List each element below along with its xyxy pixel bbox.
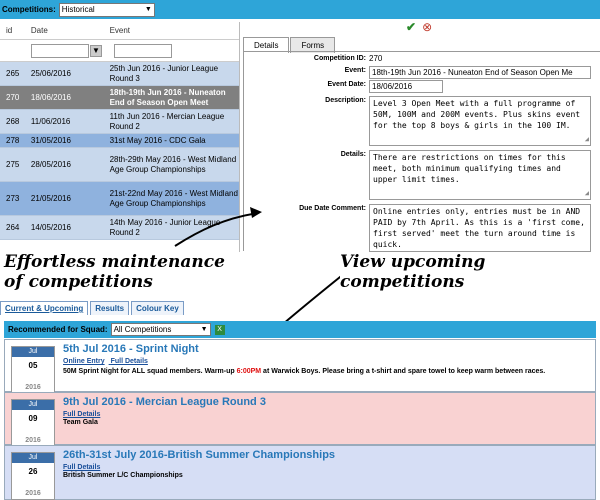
full-details-link[interactable]: Full Details — [111, 358, 148, 365]
event-title: 5th Jul 2016 - Sprint Night — [63, 343, 199, 355]
chevron-down-icon: ▼ — [200, 326, 208, 333]
cal-year: 2016 — [25, 437, 41, 444]
calendar-icon: Jul 05 2016 — [11, 346, 55, 394]
cal-month: Jul — [12, 347, 54, 357]
event-links: Full Details — [63, 411, 104, 418]
desc-text: at Warwick Boys. Please bring a t-shirt … — [261, 368, 546, 375]
event-card: Jul 09 2016 9th Jul 2016 - Mercian Leagu… — [4, 392, 596, 447]
cal-month: Jul — [12, 453, 54, 463]
tab-colour-key[interactable]: Colour Key — [131, 301, 184, 315]
calendar-icon: Jul 09 2016 — [11, 399, 55, 447]
cal-day: 26 — [28, 467, 38, 476]
cal-month: Jul — [12, 400, 54, 410]
squad-filter-bar: Recommended for Squad: All Competitions … — [4, 321, 596, 338]
event-title: 9th Jul 2016 - Mercian League Round 3 — [63, 396, 266, 408]
squad-select[interactable]: All Competitions ▼ — [110, 323, 211, 336]
online-entry-link[interactable]: Online Entry — [63, 358, 105, 365]
calendar-icon: Jul 26 2016 — [11, 452, 55, 500]
event-title: 26th-31st July 2016-British Summer Champ… — [63, 449, 336, 461]
cal-year: 2016 — [25, 490, 41, 497]
full-details-link[interactable]: Full Details — [63, 464, 100, 471]
excel-export-icon[interactable]: X — [214, 324, 225, 335]
tab-current-upcoming[interactable]: Current & Upcoming — [0, 301, 89, 315]
event-description: British Summer L/C Championships — [63, 472, 183, 479]
arrow-head — [250, 207, 262, 218]
desc-text: 50M Sprint Night for ALL squad members. … — [63, 368, 237, 375]
event-description: 50M Sprint Night for ALL squad members. … — [63, 368, 545, 375]
event-description: Team Gala — [63, 419, 98, 426]
event-links: Full Details — [63, 464, 104, 471]
event-card: Jul 26 2016 26th-31st July 2016-British … — [4, 445, 596, 500]
squad-label: Recommended for Squad: — [8, 325, 108, 334]
tab-results[interactable]: Results — [90, 301, 130, 315]
event-links: Online Entry Full Details — [63, 358, 152, 365]
cal-day: 05 — [28, 361, 38, 370]
desc-time: 6:00PM — [236, 368, 262, 375]
full-details-link[interactable]: Full Details — [63, 411, 100, 418]
bottom-tabs: Current & Upcoming Results Colour Key — [0, 301, 186, 315]
arrow-to-form — [174, 212, 259, 247]
cal-year: 2016 — [25, 384, 41, 391]
squad-select-value: All Competitions — [113, 325, 172, 334]
caption-maintenance: Effortless maintenance of competitions — [4, 252, 234, 292]
caption-upcoming: View upcoming competitions — [340, 252, 500, 292]
event-card: Jul 05 2016 5th Jul 2016 - Sprint Night … — [4, 339, 596, 394]
cal-day: 09 — [28, 414, 38, 423]
